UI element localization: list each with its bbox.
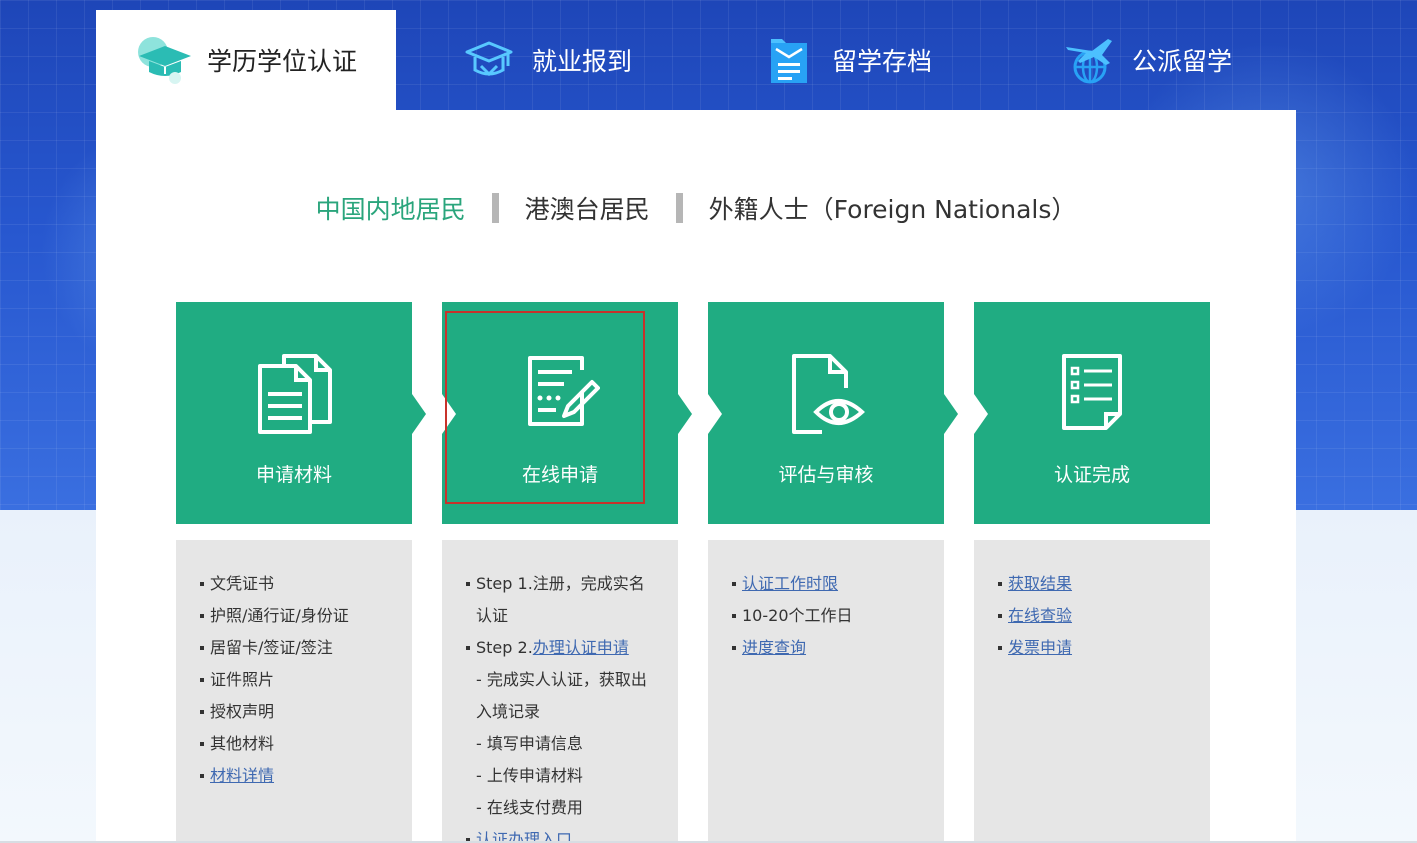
progress-query-link[interactable]: 进度查询 xyxy=(742,638,806,657)
step-arrow xyxy=(412,394,426,434)
complete-details: 获取结果 在线查验 发票申请 xyxy=(974,540,1210,843)
region-divider xyxy=(675,193,683,223)
tab-employment-report[interactable]: 就业报到 xyxy=(396,10,696,110)
step-arrow-notch xyxy=(442,394,456,434)
tab-label: 留学存档 xyxy=(831,47,932,76)
materials-details: 文凭证书 护照/通行证/身份证 居留卡/签证/签注 证件照片 授权声明 其他材料… xyxy=(176,540,412,843)
tab-government-sponsored[interactable]: 公派留学 xyxy=(996,10,1296,110)
processing-time-link[interactable]: 认证工作时限 xyxy=(742,574,838,593)
graduation-cap-outline-icon xyxy=(460,34,518,86)
region-hk-macau-taiwan[interactable]: 港澳台居民 xyxy=(523,190,652,226)
tab-study-abroad-archive[interactable]: 留学存档 xyxy=(696,10,996,110)
document-eye-icon xyxy=(781,352,871,436)
list-item: 在线查验 xyxy=(998,600,1190,632)
materials-details-link[interactable]: 材料详情 xyxy=(210,766,274,785)
region-divider xyxy=(491,193,499,223)
step-online-application[interactable]: 在线申请 xyxy=(442,302,678,524)
region-mainland[interactable]: 中国内地居民 xyxy=(314,190,468,226)
region-selector: 中国内地居民 港澳台居民 外籍人士（Foreign Nationals） xyxy=(96,188,1296,228)
document-folder-icon xyxy=(760,34,818,86)
review-details: 认证工作时限 10-20个工作日 进度查询 xyxy=(708,540,944,843)
list-item: Step 1.注册，完成实名 xyxy=(466,568,658,600)
list-item: 发票申请 xyxy=(998,632,1190,664)
documents-icon xyxy=(249,352,339,436)
list-item: Step 2.办理认证申请 xyxy=(466,632,658,664)
list-item: 进度查询 xyxy=(732,632,924,664)
list-item: 认证 xyxy=(476,606,509,625)
step-label: 认证完成 xyxy=(1053,464,1130,486)
list-item: - 填写申请信息 xyxy=(476,734,583,753)
list-item: 入境记录 xyxy=(476,702,541,721)
list-item: - 上传申请材料 xyxy=(476,766,583,785)
graduation-cap-icon xyxy=(135,34,193,86)
list-item: 证件照片 xyxy=(200,664,392,696)
step-verification-complete[interactable]: 认证完成 xyxy=(974,302,1210,524)
online-application-details: Step 1.注册，完成实名 认证 Step 2.办理认证申请 - 完成实人认证… xyxy=(442,540,678,843)
step-label: 在线申请 xyxy=(521,464,598,486)
get-result-link[interactable]: 获取结果 xyxy=(1008,574,1072,593)
apply-verification-link[interactable]: 办理认证申请 xyxy=(533,638,629,657)
step-evaluation-review[interactable]: 评估与审核 xyxy=(708,302,944,524)
list-item: - 完成实人认证，获取出 xyxy=(476,670,647,689)
form-edit-icon xyxy=(515,352,605,436)
step-label: 评估与审核 xyxy=(778,464,874,486)
tab-label: 公派留学 xyxy=(1131,47,1232,76)
step-arrow xyxy=(678,394,692,434)
tab-degree-verification[interactable]: 学历学位认证 xyxy=(96,10,396,110)
list-item: - 在线支付费用 xyxy=(476,798,583,817)
list-item: 文凭证书 xyxy=(200,568,392,600)
list-item: 材料详情 xyxy=(200,760,392,792)
service-tabs: 学历学位认证 就业报到 留学存档 公派留学 xyxy=(96,10,1296,110)
step-application-materials[interactable]: 申请材料 xyxy=(176,302,412,524)
step-arrow xyxy=(944,394,958,434)
step-arrow-notch xyxy=(974,394,988,434)
list-item: 其他材料 xyxy=(200,728,392,760)
airplane-globe-icon xyxy=(1060,34,1118,86)
list-item: 获取结果 xyxy=(998,568,1190,600)
invoice-request-link[interactable]: 发票申请 xyxy=(1008,638,1072,657)
region-foreign-nationals[interactable]: 外籍人士（Foreign Nationals） xyxy=(707,190,1079,226)
list-item: 授权声明 xyxy=(200,696,392,728)
tab-label: 学历学位认证 xyxy=(206,47,357,76)
list-item: 居留卡/签证/签注 xyxy=(200,632,392,664)
list-item: 10-20个工作日 xyxy=(732,600,924,632)
online-verify-link[interactable]: 在线查验 xyxy=(1008,606,1072,625)
step-label: 申请材料 xyxy=(255,464,332,486)
step2-prefix: Step 2. xyxy=(476,638,533,657)
tab-label: 就业报到 xyxy=(531,47,632,76)
list-item: 护照/通行证/身份证 xyxy=(200,600,392,632)
list-item: 认证工作时限 xyxy=(732,568,924,600)
step-arrow-notch xyxy=(708,394,722,434)
checklist-icon xyxy=(1047,352,1137,436)
